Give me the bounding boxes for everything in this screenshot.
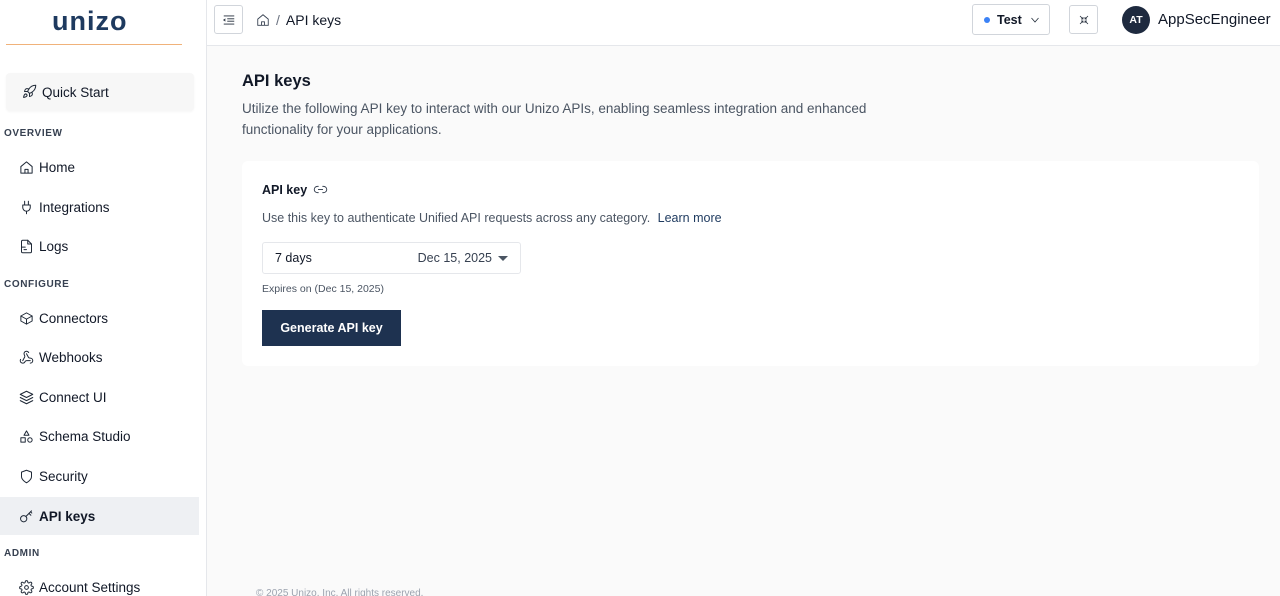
package-icon xyxy=(18,310,34,326)
quick-start-label: Quick Start xyxy=(42,84,109,100)
sidebar: unizo Quick Start OVERVIEW Home Integrat… xyxy=(0,0,207,596)
sidebar-item-security[interactable]: Security xyxy=(0,457,199,495)
avatar[interactable]: AT xyxy=(1122,6,1150,34)
top-header: / API keys Test AT AppSecEngineer xyxy=(207,0,1280,46)
gear-icon xyxy=(18,579,34,595)
expiry-option: 7 days xyxy=(275,251,312,265)
key-icon xyxy=(18,508,34,524)
section-admin: ADMIN xyxy=(4,548,40,559)
log-file-icon xyxy=(18,238,34,254)
breadcrumb-current: API keys xyxy=(285,12,342,28)
sidebar-item-label: API keys xyxy=(39,508,96,524)
sidebar-item-home[interactable]: Home xyxy=(0,148,199,186)
toggle-sidebar-button[interactable] xyxy=(214,5,243,34)
menu-collapse-icon xyxy=(222,14,234,25)
caret-down-icon xyxy=(498,255,508,261)
chevron-down-icon xyxy=(1030,17,1039,23)
learn-more-link[interactable]: Learn more xyxy=(658,211,722,225)
sidebar-item-connect-ui[interactable]: Connect UI xyxy=(0,378,199,416)
home-icon xyxy=(18,159,34,175)
api-key-card: API key Use this key to authenticate Uni… xyxy=(242,161,1259,366)
home-icon[interactable] xyxy=(256,13,270,27)
environment-label: Test xyxy=(997,12,1022,27)
fullscreen-button[interactable] xyxy=(1069,5,1098,34)
sidebar-item-webhooks[interactable]: Webhooks xyxy=(0,338,199,376)
shield-icon xyxy=(18,468,34,484)
unizo-logo[interactable]: unizo xyxy=(52,6,127,37)
section-overview: OVERVIEW xyxy=(4,128,63,139)
breadcrumb: / API keys xyxy=(256,12,341,28)
page-title: API keys xyxy=(242,72,311,90)
collapse-icon xyxy=(1079,15,1088,24)
expiry-date: Dec 15, 2025 xyxy=(417,251,492,265)
quick-start-button[interactable]: Quick Start xyxy=(6,73,194,111)
card-description: Use this key to authenticate Unified API… xyxy=(262,211,722,225)
environment-select[interactable]: Test xyxy=(972,4,1050,35)
username[interactable]: AppSecEngineer xyxy=(1158,11,1271,28)
sidebar-item-api-keys[interactable]: API keys xyxy=(0,497,199,535)
expires-note: Expires on (Dec 15, 2025) xyxy=(262,283,384,295)
rocket-icon xyxy=(22,84,38,100)
sidebar-item-label: Home xyxy=(39,159,76,175)
link-icon xyxy=(314,185,328,194)
footer-copyright: © 2025 Unizo, Inc. All rights reserved. xyxy=(256,588,424,596)
sidebar-item-label: Webhooks xyxy=(39,349,103,365)
webhook-icon xyxy=(18,349,34,365)
logo-divider xyxy=(6,44,182,45)
sidebar-item-account-settings[interactable]: Account Settings xyxy=(0,568,199,596)
sidebar-item-logs[interactable]: Logs xyxy=(0,227,199,265)
card-description-text: Use this key to authenticate Unified API… xyxy=(262,211,651,225)
card-title-label: API key xyxy=(262,182,308,197)
generate-api-key-button[interactable]: Generate API key xyxy=(262,310,401,346)
plug-icon xyxy=(18,199,34,215)
sidebar-item-label: Logs xyxy=(39,238,69,254)
sidebar-item-label: Connectors xyxy=(39,310,109,326)
expiry-select[interactable]: 7 days Dec 15, 2025 xyxy=(262,242,521,274)
sidebar-item-label: Schema Studio xyxy=(39,428,131,444)
sidebar-item-label: Account Settings xyxy=(39,579,141,595)
sidebar-item-schema-studio[interactable]: Schema Studio xyxy=(0,417,199,455)
layers-icon xyxy=(18,389,34,405)
shapes-icon xyxy=(18,428,34,444)
breadcrumb-separator: / xyxy=(276,12,280,28)
sidebar-item-integrations[interactable]: Integrations xyxy=(0,188,199,226)
section-configure: CONFIGURE xyxy=(4,279,70,290)
sidebar-item-connectors[interactable]: Connectors xyxy=(0,299,199,337)
page-description: Utilize the following API key to interac… xyxy=(242,101,867,137)
sidebar-item-label: Connect UI xyxy=(39,389,107,405)
environment-status-dot xyxy=(984,16,990,23)
sidebar-item-label: Integrations xyxy=(39,199,110,215)
sidebar-item-label: Security xyxy=(39,468,88,484)
card-title: API key xyxy=(262,182,328,197)
